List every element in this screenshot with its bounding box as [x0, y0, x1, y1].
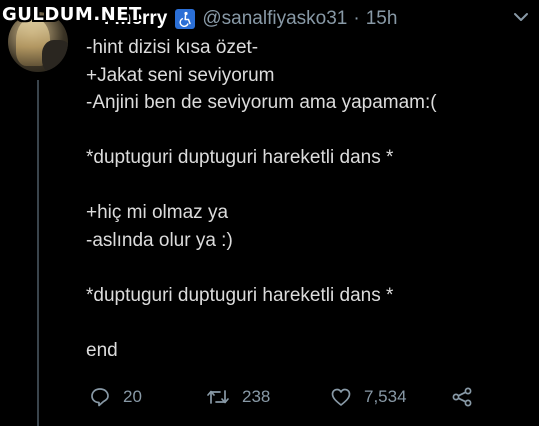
- tweet-text-line: [86, 172, 526, 200]
- tweet-text-line: -Anjini ben de seviyorum ama yapamam:(: [86, 92, 437, 113]
- reply-bubble-icon: [89, 386, 111, 408]
- retweet-button[interactable]: 238: [206, 384, 270, 410]
- wheelchair-accessible-icon: [175, 9, 196, 29]
- share-icon: [451, 386, 473, 408]
- tweet-text-line: *duptuguri duptuguri hareketli dans *: [86, 147, 394, 168]
- watermark: GULDUM.NET: [2, 4, 142, 25]
- like-count: 7,534: [364, 387, 407, 406]
- thread-line: [37, 80, 39, 426]
- tweet-text-line: [86, 309, 526, 337]
- tweet-text-line: +hiç mi olmaz ya: [86, 202, 229, 223]
- heart-icon: [330, 386, 352, 408]
- tweet-text-line: end: [86, 339, 118, 361]
- tweet-text-line: [86, 254, 526, 282]
- retweet-count: 238: [242, 387, 271, 406]
- tweet-text-line: *duptuguri duptuguri hareketli dans *: [86, 284, 394, 306]
- tweet-text: -hint dizisi kısa özet- +Jakat seni sevi…: [86, 34, 526, 364]
- retweet-icon: [206, 386, 230, 408]
- tweet: GULDUM.NET i merry @sanalfiyasko31 · 15h…: [0, 0, 539, 426]
- tweet-actions: 20 238 7,534: [89, 384, 489, 410]
- reply-button[interactable]: 20: [89, 384, 142, 410]
- timestamp[interactable]: 15h: [366, 8, 398, 30]
- chevron-down-icon[interactable]: [513, 10, 529, 22]
- reply-count: 20: [123, 387, 142, 406]
- tweet-text-line: [86, 117, 526, 145]
- share-button[interactable]: [451, 384, 473, 410]
- like-button[interactable]: 7,534: [330, 384, 407, 410]
- tweet-text-line: +Jakat seni seviyorum: [86, 64, 275, 86]
- separator-dot: ·: [353, 8, 360, 29]
- tweet-text-line: -hint dizisi kısa özet-: [86, 37, 259, 58]
- user-handle[interactable]: @sanalfiyasko31: [202, 8, 347, 30]
- tweet-text-line: -aslında olur ya :): [86, 229, 233, 251]
- avatar-shade-shape: [42, 40, 68, 72]
